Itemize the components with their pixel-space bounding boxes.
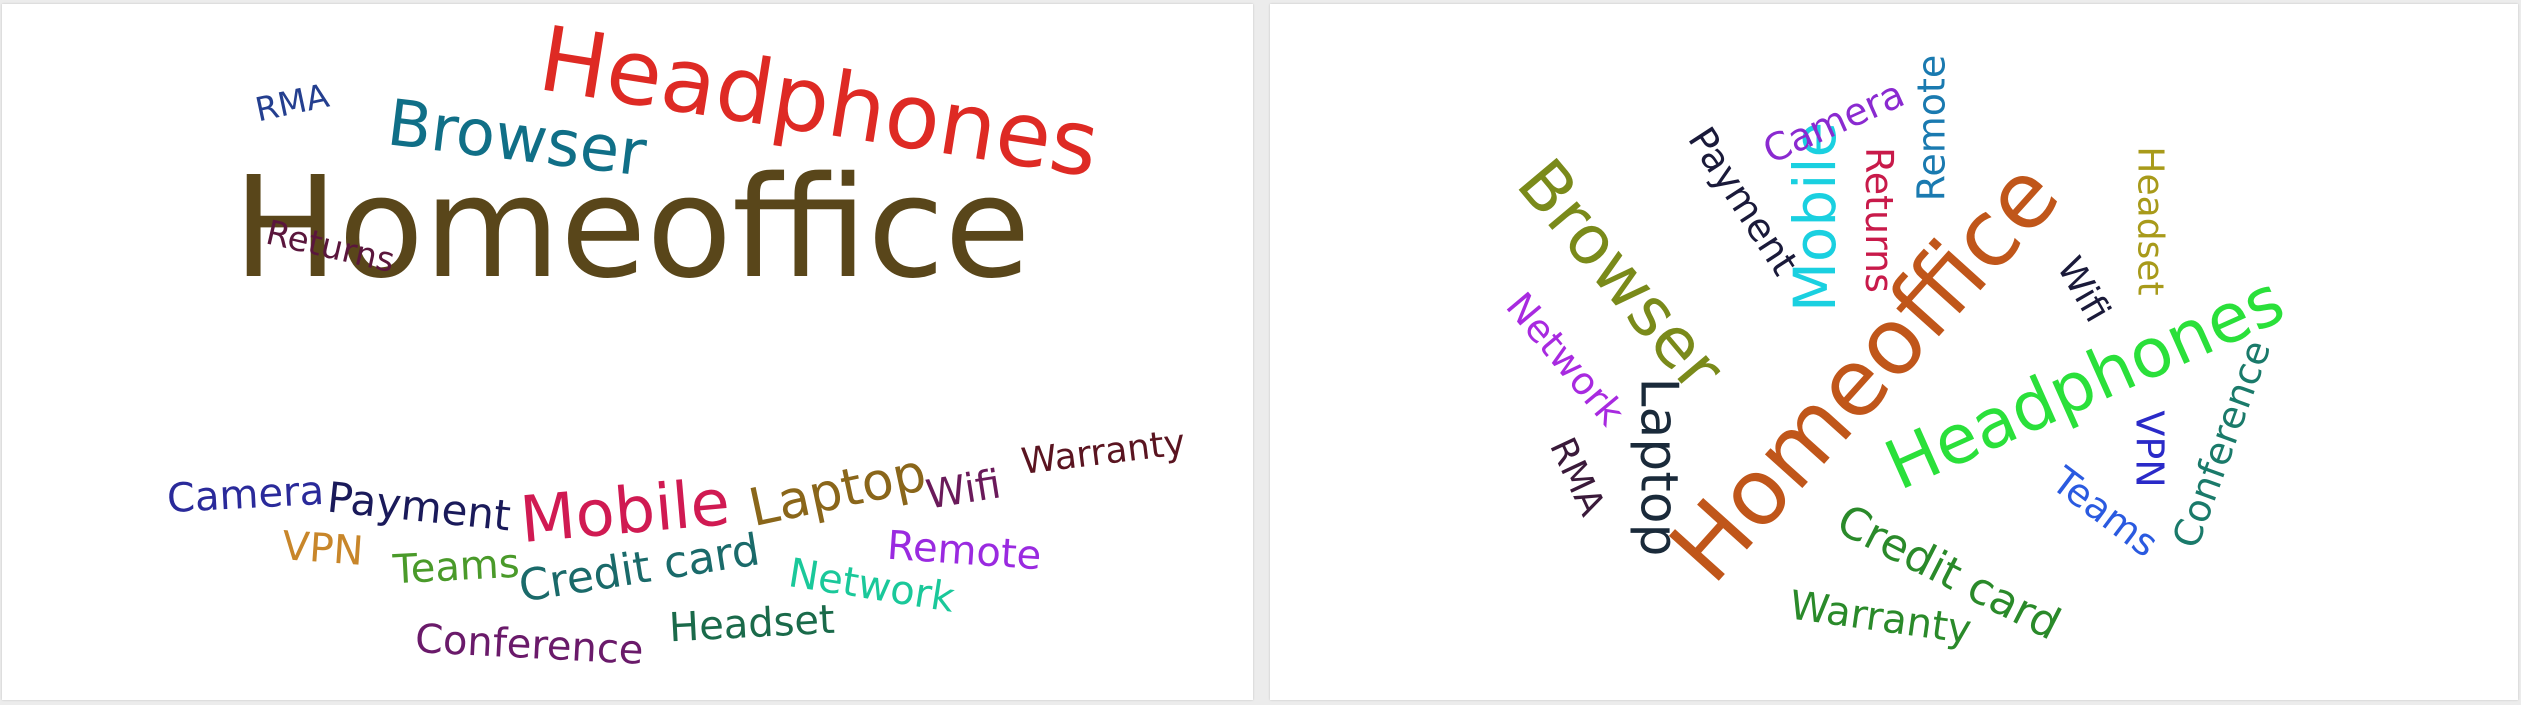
word-headset: Headset (667, 596, 836, 652)
word-laptop: Laptop (743, 443, 931, 539)
word-remote: Remote (1908, 54, 1953, 202)
word-conference: Conference (413, 616, 645, 674)
word-cloud-canvas: Homeoffice Headphones Browser RMA Return… (0, 0, 2521, 705)
word-rma: RMA (251, 75, 333, 129)
word-warranty: Warranty (1018, 422, 1187, 483)
word-camera: Camera (165, 467, 325, 523)
word-cloud-left: Homeoffice Headphones Browser RMA Return… (2, 4, 1253, 700)
word-browser: Browser (1501, 144, 1739, 407)
word-wifi: Wifi (922, 461, 1004, 519)
word-rma: RMA (1540, 431, 1612, 523)
word-wifi: Wifi (2048, 250, 2118, 330)
word-cloud-right: Homeoffice Headphones Browser Mobile Pay… (1270, 4, 2518, 700)
word-vpn: VPN (2127, 410, 2172, 488)
word-headset: Headset (2129, 146, 2171, 296)
word-teams: Teams (391, 540, 521, 594)
word-vpn: VPN (279, 523, 365, 575)
word-returns: Returns (1856, 147, 1901, 293)
word-laptop: Laptop (1628, 377, 1689, 557)
